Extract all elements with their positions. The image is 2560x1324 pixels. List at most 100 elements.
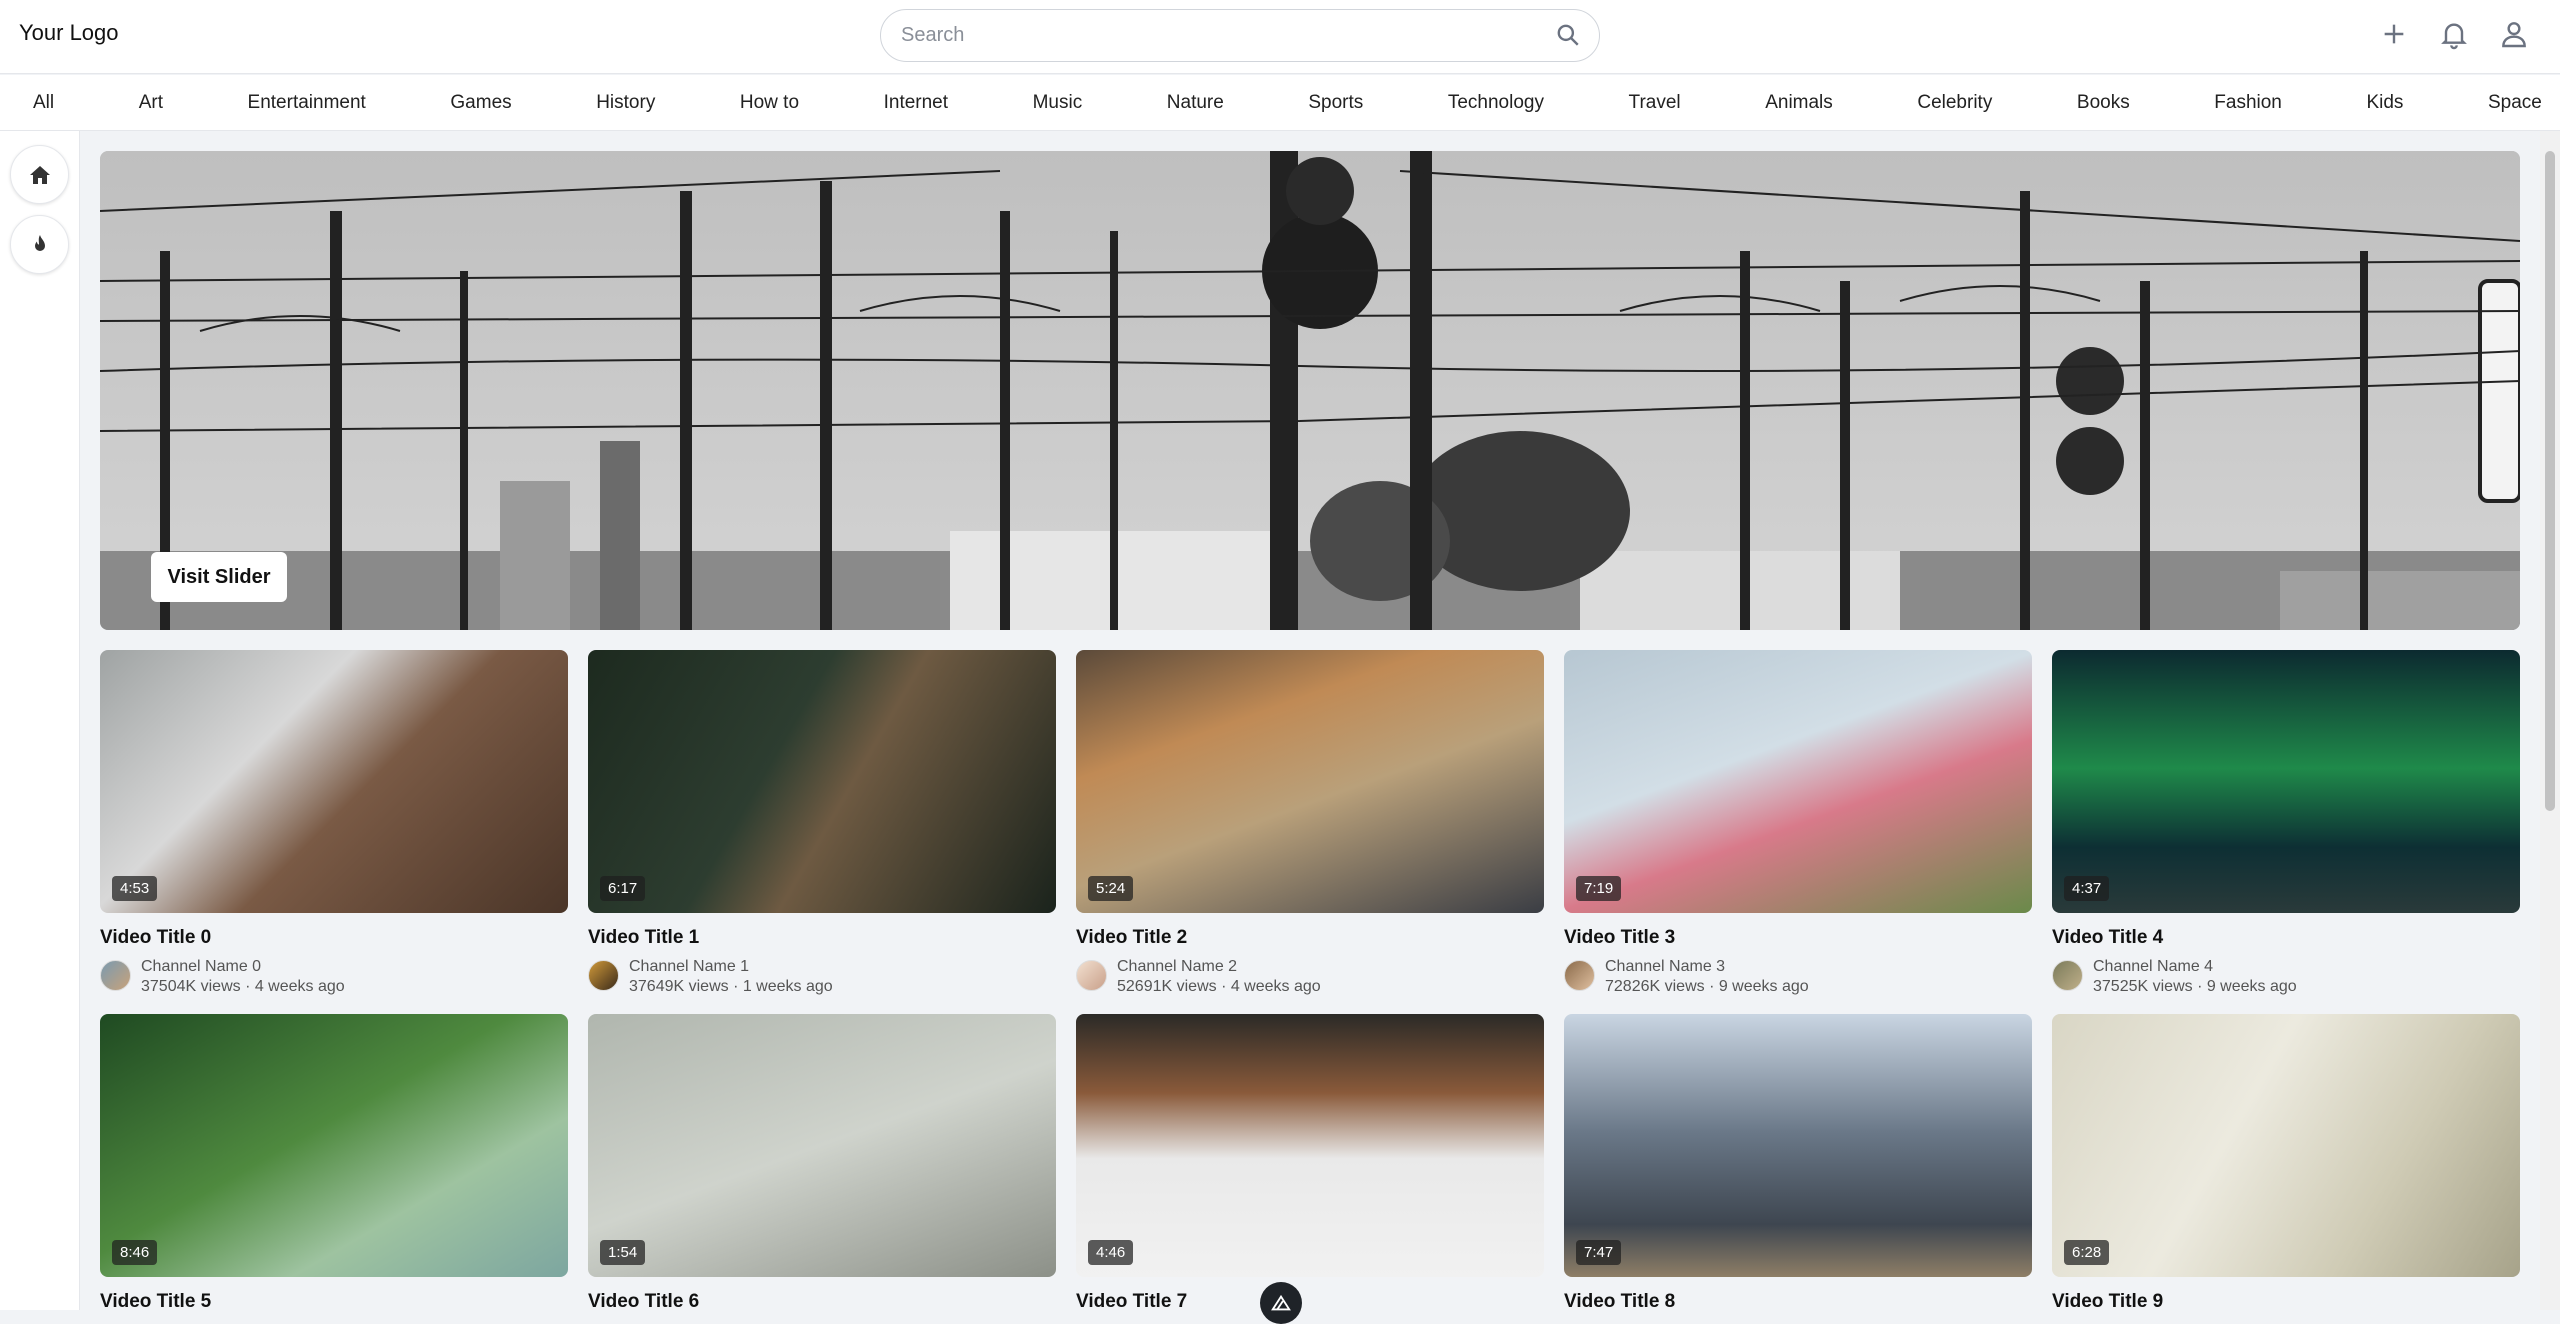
channel-avatar[interactable] <box>2052 960 2083 991</box>
sidebar <box>0 131 80 1310</box>
scrollbar[interactable] <box>2540 131 2560 1310</box>
category-books[interactable]: Books <box>2077 92 2130 114</box>
thumbnail-image <box>1564 650 2032 913</box>
channel-name[interactable]: Channel Name 2 <box>1117 957 1321 977</box>
channel-avatar[interactable] <box>588 960 619 991</box>
video-title[interactable]: Video Title 4 <box>2052 927 2520 949</box>
top-header: Your Logo <box>0 0 2560 74</box>
category-history[interactable]: History <box>596 92 655 114</box>
duration-badge: 4:53 <box>112 876 158 901</box>
video-thumbnail[interactable]: 4:37 <box>2052 650 2520 913</box>
duration-badge: 4:37 <box>2064 876 2110 901</box>
video-card[interactable]: 4:53 Video Title 0 Channel Name 0 37504K vi… <box>100 650 568 997</box>
category-nature[interactable]: Nature <box>1167 92 1224 114</box>
video-card[interactable]: 4:46 Video Title 7 <box>1076 1014 1544 1313</box>
video-thumbnail[interactable]: 7:19 <box>1564 650 2032 913</box>
video-card[interactable]: 1:54 Video Title 6 <box>588 1014 1056 1313</box>
trending-button[interactable] <box>10 215 69 274</box>
video-thumbnail[interactable]: 5:24 <box>1076 650 1544 913</box>
duration-badge: 7:19 <box>1576 876 1622 901</box>
channel-name[interactable]: Channel Name 1 <box>629 957 833 977</box>
category-travel[interactable]: Travel <box>1629 92 1681 114</box>
view-stats: 52691K views · 4 weeks ago <box>1117 978 1321 995</box>
channel-avatar[interactable] <box>1076 960 1107 991</box>
category-all[interactable]: All <box>33 92 54 114</box>
category-music[interactable]: Music <box>1033 92 1083 114</box>
channel-name[interactable]: Channel Name 0 <box>141 957 345 977</box>
channel-avatar[interactable] <box>100 960 131 991</box>
category-celebrity[interactable]: Celebrity <box>1917 92 1992 114</box>
video-title[interactable]: Video Title 3 <box>1564 927 2032 949</box>
video-title[interactable]: Video Title 1 <box>588 927 1056 949</box>
video-thumbnail[interactable]: 8:46 <box>100 1014 568 1277</box>
category-internet[interactable]: Internet <box>884 92 948 114</box>
meta-text: Channel Name 3 72826K views · 9 weeks ago <box>1605 957 1809 997</box>
category-space[interactable]: Space <box>2488 92 2542 114</box>
duration-badge: 6:17 <box>600 876 646 901</box>
thumbnail-image <box>100 1014 568 1277</box>
video-card[interactable]: 6:28 Video Title 9 <box>2052 1014 2520 1313</box>
category-technology[interactable]: Technology <box>1448 92 1544 114</box>
video-meta: Channel Name 0 37504K views · 4 weeks ago <box>100 957 568 997</box>
search-input[interactable] <box>901 10 1521 61</box>
thumbnail-image <box>2052 1014 2520 1277</box>
video-title[interactable]: Video Title 0 <box>100 927 568 949</box>
category-fashion[interactable]: Fashion <box>2214 92 2282 114</box>
search-icon[interactable] <box>1555 22 1581 48</box>
view-stats: 37525K views · 9 weeks ago <box>2093 978 2297 995</box>
category-entertainment[interactable]: Entertainment <box>248 92 366 114</box>
video-thumbnail[interactable]: 4:46 <box>1076 1014 1544 1277</box>
flame-icon <box>34 234 45 251</box>
home-button[interactable] <box>10 145 69 204</box>
thumbnail-image <box>588 650 1056 913</box>
video-thumbnail[interactable]: 6:28 <box>2052 1014 2520 1277</box>
thumbnail-image <box>2052 650 2520 913</box>
meta-text: Channel Name 0 37504K views · 4 weeks ago <box>141 957 345 997</box>
view-stats: 37504K views · 4 weeks ago <box>141 978 345 995</box>
scrollbar-thumb[interactable] <box>2545 151 2555 811</box>
channel-avatar[interactable] <box>1564 960 1595 991</box>
category-sports[interactable]: Sports <box>1308 92 1363 114</box>
video-meta: Channel Name 2 52691K views · 4 weeks ago <box>1076 957 1544 997</box>
duration-badge: 5:24 <box>1088 876 1134 901</box>
video-card[interactable]: 5:24 Video Title 2 Channel Name 2 52691K vi… <box>1076 650 1544 997</box>
logo[interactable]: Your Logo <box>19 20 119 46</box>
category-animals[interactable]: Animals <box>1765 92 1833 114</box>
video-thumbnail[interactable]: 1:54 <box>588 1014 1056 1277</box>
duration-badge: 4:46 <box>1088 1240 1134 1265</box>
video-thumbnail[interactable]: 6:17 <box>588 650 1056 913</box>
video-card[interactable]: 4:37 Video Title 4 Channel Name 4 37525K vi… <box>2052 650 2520 997</box>
category-kids[interactable]: Kids <box>2366 92 2403 114</box>
video-thumbnail[interactable]: 7:47 <box>1564 1014 2032 1277</box>
user-icon[interactable] <box>2498 18 2530 50</box>
search-box[interactable] <box>880 9 1600 62</box>
duration-badge: 8:46 <box>112 1240 158 1265</box>
category-games[interactable]: Games <box>450 92 511 114</box>
bell-icon[interactable] <box>2438 18 2470 50</box>
channel-name[interactable]: Channel Name 4 <box>2093 957 2297 977</box>
view-stats: 37649K views · 1 weeks ago <box>629 978 833 995</box>
category-art[interactable]: Art <box>139 92 163 114</box>
meta-text: Channel Name 1 37649K views · 1 weeks ago <box>629 957 833 997</box>
duration-badge: 7:47 <box>1576 1240 1622 1265</box>
video-card[interactable]: 8:46 Video Title 5 <box>100 1014 568 1313</box>
triangle-logo-icon <box>1271 1294 1291 1311</box>
category-bar: All Art Entertainment Games History How to Int… <box>0 75 2560 131</box>
visit-slider-button[interactable]: Visit Slider <box>151 552 287 602</box>
video-thumbnail[interactable]: 4:53 <box>100 650 568 913</box>
thumbnail-image <box>100 650 568 913</box>
channel-name[interactable]: Channel Name 3 <box>1605 957 1809 977</box>
video-card[interactable]: 6:17 Video Title 1 Channel Name 1 37649K vi… <box>588 650 1056 997</box>
video-meta: Channel Name 3 72826K views · 9 weeks ago <box>1564 957 2032 997</box>
plus-icon[interactable] <box>2378 18 2410 50</box>
floating-app-button[interactable] <box>1260 1282 1302 1324</box>
home-icon <box>29 165 50 184</box>
category-how-to[interactable]: How to <box>740 92 799 114</box>
video-card[interactable]: 7:47 Video Title 8 <box>1564 1014 2032 1313</box>
video-meta: Channel Name 4 37525K views · 9 weeks ago <box>2052 957 2520 997</box>
hero-slider[interactable]: Visit Slider <box>100 151 2520 630</box>
video-title[interactable]: Video Title 2 <box>1076 927 1544 949</box>
duration-badge: 1:54 <box>600 1240 646 1265</box>
video-card[interactable]: 7:19 Video Title 3 Channel Name 3 72826K vi… <box>1564 650 2032 997</box>
hero-image <box>100 151 2520 630</box>
